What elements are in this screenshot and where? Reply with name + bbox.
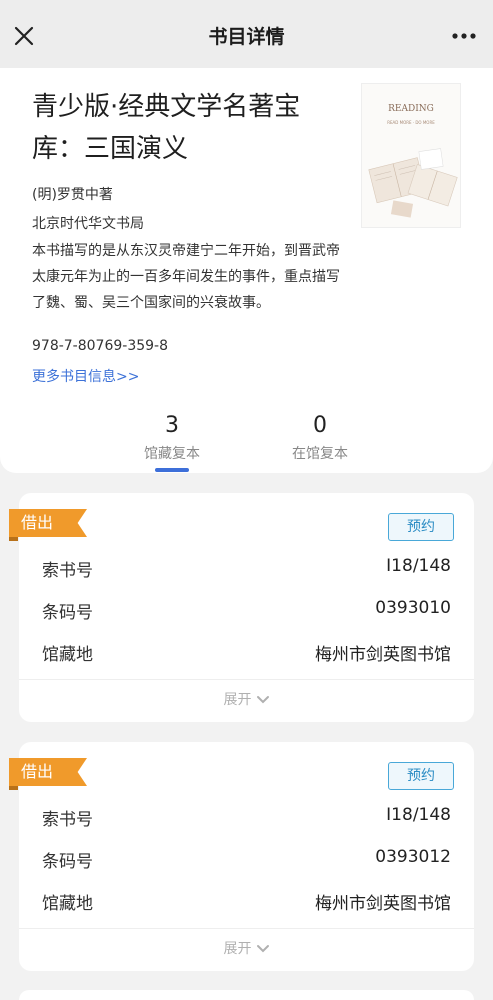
top-bar: 书目详情 [0, 0, 493, 68]
status-badge: 借出 [9, 509, 87, 537]
chevron-down-icon [256, 945, 269, 953]
book-cover-image: READING READ MORE · DO MORE [362, 84, 460, 227]
location-label: 馆藏地 [42, 894, 93, 914]
barcode-value: 0393010 [375, 598, 451, 618]
barcode-label: 条码号 [42, 852, 93, 872]
cover-heading: READING [388, 104, 434, 114]
stat-collection-copies[interactable]: 3 馆藏复本 [112, 413, 232, 463]
copy-card: 借出 预约 索书号 I18/148 条码号 0393010 馆藏地 梅州市剑英图… [9, 493, 474, 722]
copy-card-partial [19, 990, 474, 1000]
call-number-value: I18/148 [386, 556, 451, 576]
expand-label: 展开 [223, 941, 252, 957]
location-value: 梅州市剑英图书馆 [315, 645, 451, 665]
stat-available-label: 在馆复本 [292, 446, 348, 462]
page-title: 书目详情 [208, 26, 285, 48]
call-number-row: 索书号 I18/148 [42, 805, 451, 830]
chevron-down-icon [256, 696, 269, 704]
stat-collection-value: 3 [165, 413, 179, 438]
book-author: (明)罗贯中著 [32, 187, 113, 203]
reserve-button[interactable]: 预约 [388, 762, 454, 790]
barcode-row: 条码号 0393010 [42, 598, 451, 623]
barcode-label: 条码号 [42, 603, 93, 623]
reserve-button[interactable]: 预约 [388, 513, 454, 541]
book-title: 青少版·经典文学名著宝库：三国演义 [32, 92, 301, 164]
status-badge-fold [9, 786, 18, 790]
stat-available-copies[interactable]: 0 在馆复本 [260, 413, 380, 463]
divider [19, 928, 474, 929]
barcode-row: 条码号 0393012 [42, 847, 451, 872]
stat-collection-label: 馆藏复本 [144, 446, 200, 462]
active-tab-indicator [155, 468, 189, 472]
call-number-label: 索书号 [42, 810, 93, 830]
expand-button[interactable]: 展开 [19, 938, 474, 958]
call-number-value: I18/148 [386, 805, 451, 825]
copy-card: 借出 预约 索书号 I18/148 条码号 0393012 馆藏地 梅州市剑英图… [9, 742, 474, 971]
expand-button[interactable]: 展开 [19, 689, 474, 709]
book-description: 本书描写的是从东汉灵帝建宁二年开始，到晋武帝太康元年为止的一百多年间发生的事件，… [32, 243, 340, 311]
location-value: 梅州市剑英图书馆 [315, 894, 451, 914]
call-number-label: 索书号 [42, 561, 93, 581]
book-isbn: 978-7-80769-359-8 [32, 338, 169, 354]
location-row: 馆藏地 梅州市剑英图书馆 [42, 889, 451, 914]
more-icon[interactable] [449, 22, 479, 50]
call-number-row: 索书号 I18/148 [42, 556, 451, 581]
expand-label: 展开 [223, 692, 252, 708]
location-label: 馆藏地 [42, 645, 93, 665]
location-row: 馆藏地 梅州市剑英图书馆 [42, 640, 451, 665]
barcode-value: 0393012 [375, 847, 451, 867]
book-info-panel: 青少版·经典文学名著宝库：三国演义 READING READ MORE · DO… [0, 68, 493, 473]
book-publisher: 北京时代华文书局 [32, 216, 144, 232]
cover-subheading: READ MORE · DO MORE [387, 120, 435, 125]
status-badge-fold [9, 537, 18, 541]
more-book-info-link[interactable]: 更多书目信息>> [32, 366, 139, 386]
divider [19, 679, 474, 680]
status-badge: 借出 [9, 758, 87, 786]
stat-available-value: 0 [313, 413, 327, 438]
